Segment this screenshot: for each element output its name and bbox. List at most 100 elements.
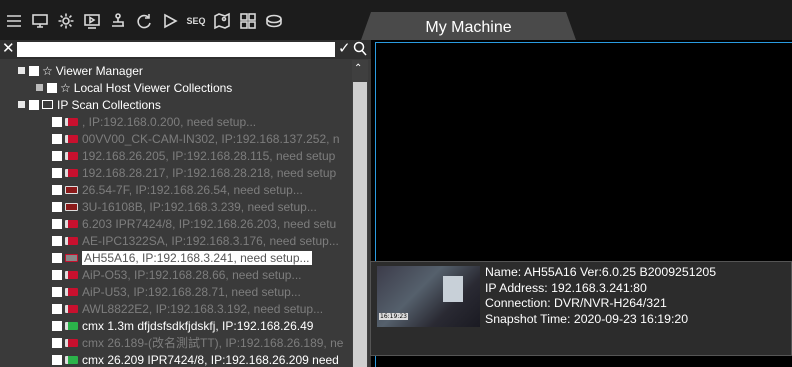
tree-node-ip-scan[interactable]: IP Scan Collections [18,96,161,113]
tab-my-machine[interactable]: My Machine [361,12,576,40]
playback-icon[interactable] [82,11,102,31]
device-label: AiP-O53, IP:192.168.28.66, need setup... [82,267,302,282]
list-item[interactable]: AiP-O53, IP:192.168.28.66, need setup... [52,266,302,283]
camera-icon [65,117,78,126]
tooltip-connection: Connection: DVR/NVR-H264/321 [485,296,667,310]
play-icon[interactable] [160,11,180,31]
menu-icon[interactable] [4,11,24,31]
snapshot-timestamp: 16:19:23 [379,313,408,320]
checkbox[interactable] [52,303,62,314]
star-icon: ☆ [42,63,53,78]
checkbox[interactable] [47,82,57,93]
search-input[interactable] [17,42,335,57]
list-item[interactable]: cmx 26.189-(改名測試TT), IP:192.168.26.189, … [52,334,343,351]
checkbox[interactable] [52,252,62,263]
list-item[interactable]: 192.168.28.217, IP:192.168.28.218, need … [52,164,336,181]
device-label: 3U-16108B, IP:192.168.3.239, need setup.… [82,199,317,214]
device-label: cmx 1.3m dfjdsfsdkfjdskfj, IP:192.168.26… [82,318,314,333]
list-item[interactable]: 192.168.26.205, IP:192.168.28.115, need … [52,147,335,164]
checkbox[interactable] [52,167,62,178]
snapshot-thumbnail: 16:19:23 [377,266,480,327]
tree-label: IP Scan Collections [57,97,161,112]
dvr-icon [65,202,78,211]
collapse-icon[interactable] [18,101,25,108]
checkbox[interactable] [52,354,62,365]
list-item[interactable]: , IP:192.168.0.200, need setup... [52,113,256,130]
check-icon[interactable]: ✓ [338,40,351,58]
tooltip-ip: IP Address: 192.168.3.241:80 [485,280,647,295]
checkbox[interactable] [52,201,62,212]
device-label: 192.168.26.205, IP:192.168.28.115, need … [82,148,336,163]
list-item[interactable]: 6.203 IPR7424/8, IP:192.168.26.203, need… [52,215,336,232]
tree-label: Local Host Viewer Collections [73,80,233,95]
checkbox[interactable] [52,337,62,348]
tab-title: My Machine [425,19,512,36]
tree-scrollbar[interactable]: ⌃ [352,60,368,367]
folder-icon [42,100,53,109]
device-label: cmx 26.189-(改名測試TT), IP:192.168.26.189, … [82,336,344,350]
list-item[interactable]: AWL8822E2, IP:192.168.3.192, need setup.… [52,300,323,317]
device-label: 6.203 IPR7424/8, IP:192.168.26.203, need… [82,216,337,231]
camera-icon [65,338,78,347]
list-item[interactable]: cmx 1.3m dfjdsfsdkfjdskfj, IP:192.168.26… [52,317,313,334]
device-tree: ☆ Viewer Manager ☆ Local Host Viewer Col… [0,60,352,367]
settings-icon[interactable] [56,11,76,31]
clear-icon[interactable]: ✕ [2,41,16,57]
refresh-icon[interactable] [134,11,154,31]
network-icon[interactable] [108,11,128,31]
checkbox[interactable] [52,184,62,195]
checkbox[interactable] [52,116,62,127]
device-label: AiP-U53, IP:192.168.28.71, need setup... [82,284,301,299]
device-label: AH55A16, IP:192.168.3.241, need setup... [82,250,312,265]
checkbox[interactable] [52,320,62,331]
checkbox[interactable] [29,65,39,76]
tree-label: Viewer Manager [55,63,143,78]
list-item[interactable]: AiP-U53, IP:192.168.28.71, need setup... [52,283,301,300]
camera-icon [65,168,78,177]
tree-node-local-host[interactable]: ☆ Local Host Viewer Collections [36,79,232,96]
checkbox[interactable] [52,150,62,161]
scrollbar-thumb[interactable] [353,82,367,367]
checkbox[interactable] [52,235,62,246]
device-label: AWL8822E2, IP:192.168.3.192, need setup.… [82,301,324,316]
monitor-icon[interactable] [30,11,50,31]
search-bar: ✕ ✓ [0,40,371,59]
tree-node-viewer-manager[interactable]: ☆ Viewer Manager [18,62,143,79]
device-label: AE-IPC1322SA, IP:192.168.3.176, need set… [82,233,339,248]
device-tooltip: 16:19:23 Name: AH55A16 Ver:6.0.25 B20092… [370,261,792,356]
checkbox[interactable] [52,218,62,229]
device-label: 00VV00_CK-CAM-IN302, IP:192.168.137.252,… [82,131,340,146]
device-tree-panel: ✕ ✓ ☆ Viewer Manager ☆ Local Host Viewer… [0,40,371,367]
seq-icon[interactable]: SEQ [186,11,206,31]
dvr-icon [65,185,78,194]
list-item[interactable]: 3U-16108B, IP:192.168.3.239, need setup.… [52,198,317,215]
scroll-up-icon[interactable]: ⌃ [354,63,362,74]
camera-icon [65,321,78,330]
list-item[interactable]: cmx 26.209 IPR7424/8, IP:192.168.26.209 … [52,351,339,367]
checkbox[interactable] [52,286,62,297]
camera-icon [65,236,78,245]
collapse-icon[interactable] [18,67,25,74]
checkbox[interactable] [52,133,62,144]
camera-icon [65,270,78,279]
layout-icon[interactable] [238,11,258,31]
main-toolbar: SEQ My Machine [0,0,792,40]
list-item[interactable]: 26.54-7F, IP:192.168.26.54, need setup..… [52,181,303,198]
search-icon[interactable] [352,41,368,57]
camera-icon [65,134,78,143]
camera-icon [65,219,78,228]
camera-icon [65,253,78,262]
camera-icon [65,287,78,296]
list-item[interactable]: AE-IPC1322SA, IP:192.168.3.176, need set… [52,232,339,249]
camera-icon [65,304,78,313]
list-item[interactable]: 00VV00_CK-CAM-IN302, IP:192.168.137.252,… [52,130,340,147]
map-icon[interactable] [212,11,232,31]
expand-icon[interactable] [36,84,43,91]
storage-icon[interactable] [264,11,284,31]
camera-icon [65,151,78,160]
checkbox[interactable] [52,269,62,280]
snapshot-window [443,276,463,302]
list-item-selected[interactable]: AH55A16, IP:192.168.3.241, need setup... [52,249,312,266]
star-icon: ☆ [60,80,71,95]
checkbox[interactable] [29,99,39,110]
